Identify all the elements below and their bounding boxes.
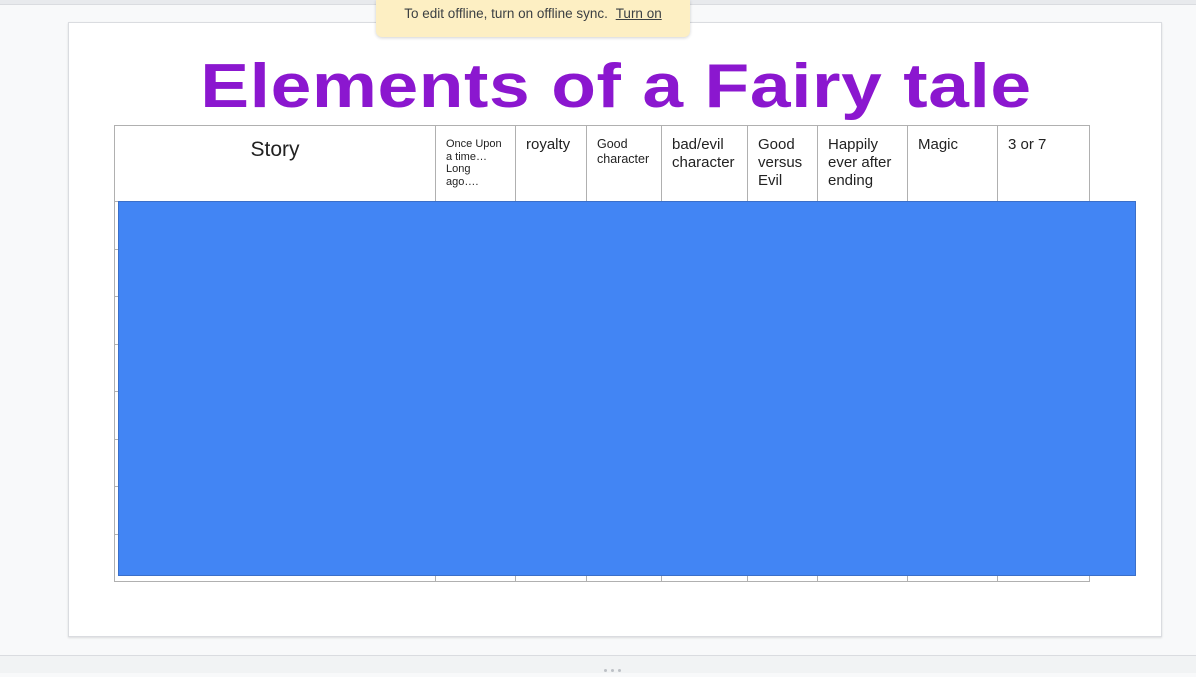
table-header-row: Story Once Upon a time… Long ago…. royal… <box>114 125 1090 202</box>
speaker-notes-divider[interactable] <box>0 655 1196 673</box>
table-header-label: Good versus Evil <box>758 136 803 189</box>
table-header-cell[interactable]: Story <box>114 125 436 202</box>
blue-rectangle-shape[interactable] <box>118 201 1136 576</box>
drag-handle-icon[interactable] <box>604 659 628 672</box>
turn-on-link[interactable]: Turn on <box>616 6 662 21</box>
table-header-label: 3 or 7 <box>1008 136 1047 153</box>
table-header-label: Good character <box>597 137 650 166</box>
table-header-cell[interactable]: bad/evil character <box>661 125 748 202</box>
table-header-cell[interactable]: Good character <box>586 125 662 202</box>
table-header-label: Once Upon a time… Long ago…. <box>446 138 502 188</box>
notification-message: To edit offline, turn on offline sync. <box>404 6 608 21</box>
offline-sync-notification: To edit offline, turn on offline sync. T… <box>376 0 690 37</box>
table-header-label: Happily ever after ending <box>828 136 892 189</box>
slide-title[interactable]: Elements of a Fairy tale <box>0 51 1196 123</box>
table-header-label: Magic <box>918 136 959 153</box>
table-header-cell[interactable]: Once Upon a time… Long ago…. <box>435 125 516 202</box>
table-header-cell[interactable]: Good versus Evil <box>747 125 818 202</box>
table-header-label: bad/evil character <box>672 136 735 171</box>
table-header-cell[interactable]: Happily ever after ending <box>817 125 908 202</box>
table-header-cell[interactable]: Magic <box>907 125 998 202</box>
table-header-cell[interactable]: royalty <box>515 125 587 202</box>
table-header-label: royalty <box>526 136 571 153</box>
table-header-label: Story <box>250 138 300 161</box>
table-header-cell[interactable]: 3 or 7 <box>997 125 1090 202</box>
